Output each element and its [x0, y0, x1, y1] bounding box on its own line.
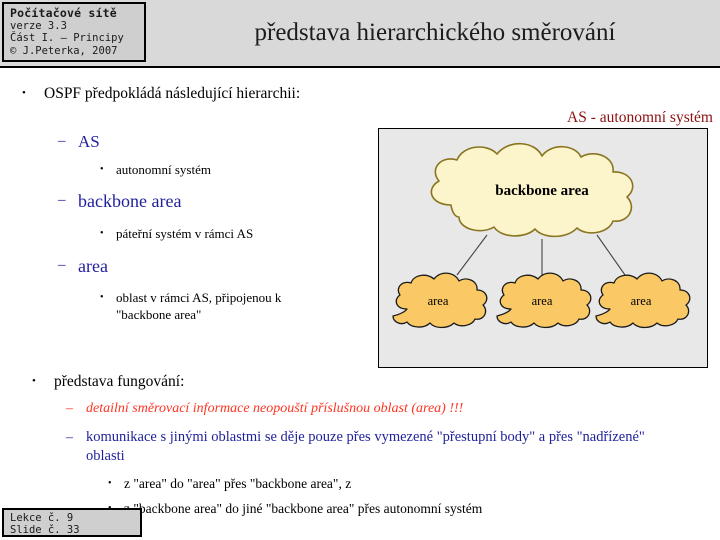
bullet-marker: –	[58, 133, 66, 149]
bullet-communication-rules: – komunikace s jinými oblastmi se děje p…	[66, 428, 686, 466]
bullet-marker: –	[66, 430, 73, 445]
bullet-marker: •	[108, 478, 112, 489]
area-cloud-2-label: area	[532, 294, 553, 308]
bullet-text: area	[78, 256, 108, 276]
connector-lines	[456, 234, 626, 276]
slide-footer-box: Lekce č. 9 Slide č. 33	[2, 508, 142, 537]
bullet-as: – AS	[58, 131, 338, 152]
course-version: verze 3.3	[10, 19, 67, 32]
course-info-box: Počítačové sítě verze 3.3 Část I. – Prin…	[2, 2, 146, 62]
bullet-text: AS	[78, 132, 100, 151]
bullet-text: OSPF předpokládá následující hierarchii:	[44, 85, 301, 102]
course-copyright: © J.Peterka, 2007	[10, 44, 118, 57]
bullet-text: páteřní systém v rámci AS	[116, 226, 254, 241]
bullet-backbone-area: – backbone area	[58, 190, 338, 212]
bullet-area: – area	[58, 255, 338, 277]
bullet-marker: –	[66, 401, 73, 416]
hierarchical-routing-diagram: backbone area area area area	[378, 128, 708, 368]
bullet-text: backbone area	[78, 191, 182, 211]
diagram-canvas: backbone area area area area	[392, 142, 691, 329]
as-legend-label: AS - autonomní systém	[567, 109, 713, 126]
bullet-text: komunikace s jinými oblastmi se děje pou…	[86, 429, 645, 464]
bullet-as-description: • autonomní systém	[100, 161, 340, 178]
bullet-marker: –	[58, 192, 66, 208]
bullet-detail-routing-info: – detailní směrovací informace neopouští…	[66, 399, 686, 418]
bullet-text: z "area" do "area" přes "backbone area",…	[124, 476, 352, 491]
backbone-area-cloud: backbone area	[430, 142, 634, 238]
bullet-backbone-to-backbone: • z "backbone area" do jiné "backbone ar…	[108, 500, 648, 517]
area-cloud-3: area	[595, 272, 691, 329]
bullet-operation-overview: • představa fungování:	[32, 372, 432, 391]
course-part: Část I. – Principy	[10, 32, 124, 45]
area-cloud-2: area	[496, 272, 592, 329]
area-cloud-1: area	[392, 272, 488, 329]
area-cloud-1-label: area	[428, 294, 449, 308]
connector-backbone-area1	[456, 234, 488, 276]
bullet-ospf-hierarchy: • OSPF předpokládá následující hierarchi…	[22, 84, 332, 103]
lecture-number: Lekce č. 9	[10, 512, 74, 524]
bullet-text: oblast v rámci AS, připojenou k "backbon…	[116, 290, 282, 322]
course-title: Počítačové sítě	[10, 6, 117, 20]
bullet-marker: •	[100, 228, 104, 239]
bullet-text: představa fungování:	[54, 373, 185, 390]
connector-backbone-area3	[596, 234, 626, 276]
bullet-marker: •	[32, 375, 36, 387]
bullet-text: z "backbone area" do jiné "backbone area…	[124, 501, 483, 516]
bullet-text: detailní směrovací informace neopouští p…	[86, 401, 464, 416]
slide-title: představa hierarchického směrování	[254, 19, 616, 46]
bullet-area-to-area: • z "area" do "area" přes "backbone area…	[108, 475, 628, 492]
bullet-area-description: • oblast v rámci AS, připojenou k "backb…	[100, 289, 315, 323]
bullet-marker: •	[100, 164, 104, 175]
backbone-cloud-label: backbone area	[495, 183, 589, 199]
bullet-text: autonomní systém	[116, 162, 211, 177]
slide-number: Slide č. 33	[10, 524, 80, 537]
bullet-marker: –	[58, 257, 66, 273]
bullet-marker: •	[22, 87, 26, 99]
area-cloud-3-label: area	[631, 294, 652, 308]
bullet-marker: •	[100, 292, 104, 303]
bullet-backbone-description: • páteřní systém v rámci AS	[100, 225, 350, 242]
